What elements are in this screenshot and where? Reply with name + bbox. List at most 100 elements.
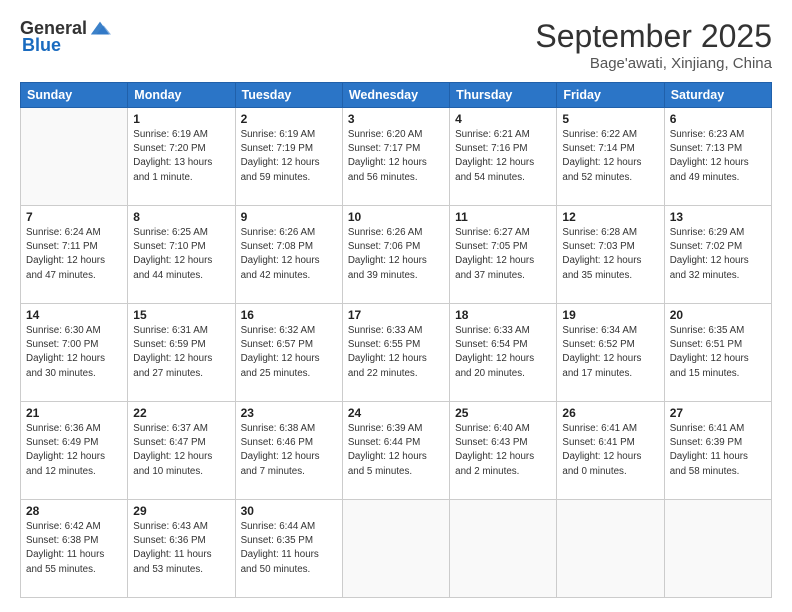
calendar-cell (342, 500, 449, 598)
day-number: 5 (562, 112, 658, 126)
cell-info: Sunrise: 6:22 AMSunset: 7:14 PMDaylight:… (562, 128, 658, 185)
calendar-cell: 5 Sunrise: 6:22 AMSunset: 7:14 PMDaylight… (557, 108, 664, 206)
day-number: 9 (241, 210, 337, 224)
calendar-cell (450, 500, 557, 598)
day-number: 11 (455, 210, 551, 224)
calendar-cell: 3 Sunrise: 6:20 AMSunset: 7:17 PMDaylight… (342, 108, 449, 206)
logo-icon (89, 18, 111, 40)
day-number: 2 (241, 112, 337, 126)
calendar-table: SundayMondayTuesdayWednesdayThursdayFrid… (20, 82, 772, 598)
cell-info: Sunrise: 6:39 AMSunset: 6:44 PMDaylight:… (348, 422, 444, 479)
cell-info: Sunrise: 6:29 AMSunset: 7:02 PMDaylight:… (670, 226, 766, 283)
day-number: 17 (348, 308, 444, 322)
calendar-title: September 2025 (535, 18, 772, 55)
day-number: 10 (348, 210, 444, 224)
calendar-location: Bage'awati, Xinjiang, China (535, 55, 772, 72)
cell-info: Sunrise: 6:20 AMSunset: 7:17 PMDaylight:… (348, 128, 444, 185)
cell-info: Sunrise: 6:26 AMSunset: 7:08 PMDaylight:… (241, 226, 337, 283)
cell-info: Sunrise: 6:28 AMSunset: 7:03 PMDaylight:… (562, 226, 658, 283)
day-number: 29 (133, 504, 229, 518)
day-number: 26 (562, 406, 658, 420)
cell-info: Sunrise: 6:23 AMSunset: 7:13 PMDaylight:… (670, 128, 766, 185)
title-block: September 2025 Bage'awati, Xinjiang, Chi… (535, 18, 772, 72)
cell-info: Sunrise: 6:33 AMSunset: 6:54 PMDaylight:… (455, 324, 551, 381)
calendar-cell: 28 Sunrise: 6:42 AMSunset: 6:38 PMDayligh… (21, 500, 128, 598)
cell-info: Sunrise: 6:32 AMSunset: 6:57 PMDaylight:… (241, 324, 337, 381)
cell-info: Sunrise: 6:25 AMSunset: 7:10 PMDaylight:… (133, 226, 229, 283)
calendar-cell: 8 Sunrise: 6:25 AMSunset: 7:10 PMDaylight… (128, 206, 235, 304)
day-number: 13 (670, 210, 766, 224)
calendar-cell: 22 Sunrise: 6:37 AMSunset: 6:47 PMDayligh… (128, 402, 235, 500)
cell-info: Sunrise: 6:24 AMSunset: 7:11 PMDaylight:… (26, 226, 122, 283)
calendar-cell: 26 Sunrise: 6:41 AMSunset: 6:41 PMDayligh… (557, 402, 664, 500)
calendar-cell (557, 500, 664, 598)
cell-info: Sunrise: 6:41 AMSunset: 6:41 PMDaylight:… (562, 422, 658, 479)
calendar-cell: 25 Sunrise: 6:40 AMSunset: 6:43 PMDayligh… (450, 402, 557, 500)
day-number: 30 (241, 504, 337, 518)
calendar-cell: 12Sunrise: 6:28 AMSunset: 7:03 PMDayligh… (557, 206, 664, 304)
day-number: 22 (133, 406, 229, 420)
cell-info: Sunrise: 6:36 AMSunset: 6:49 PMDaylight:… (26, 422, 122, 479)
weekday-header: Tuesday (235, 83, 342, 108)
cell-info: Sunrise: 6:21 AMSunset: 7:16 PMDaylight:… (455, 128, 551, 185)
day-number: 16 (241, 308, 337, 322)
cell-info: Sunrise: 6:35 AMSunset: 6:51 PMDaylight:… (670, 324, 766, 381)
day-number: 15 (133, 308, 229, 322)
logo: General Blue (20, 18, 111, 56)
cell-info: Sunrise: 6:43 AMSunset: 6:36 PMDaylight:… (133, 520, 229, 577)
cell-info: Sunrise: 6:19 AMSunset: 7:20 PMDaylight:… (133, 128, 229, 185)
calendar-cell: 13 Sunrise: 6:29 AMSunset: 7:02 PMDayligh… (664, 206, 771, 304)
calendar-cell: 10 Sunrise: 6:26 AMSunset: 7:06 PMDayligh… (342, 206, 449, 304)
weekday-header: Wednesday (342, 83, 449, 108)
day-number: 14 (26, 308, 122, 322)
weekday-header: Sunday (21, 83, 128, 108)
day-number: 21 (26, 406, 122, 420)
calendar-cell: 20 Sunrise: 6:35 AMSunset: 6:51 PMDayligh… (664, 304, 771, 402)
cell-info: Sunrise: 6:42 AMSunset: 6:38 PMDaylight:… (26, 520, 122, 577)
cell-info: Sunrise: 6:33 AMSunset: 6:55 PMDaylight:… (348, 324, 444, 381)
calendar-cell: 15 Sunrise: 6:31 AMSunset: 6:59 PMDayligh… (128, 304, 235, 402)
cell-info: Sunrise: 6:30 AMSunset: 7:00 PMDaylight:… (26, 324, 122, 381)
calendar-cell: 14 Sunrise: 6:30 AMSunset: 7:00 PMDayligh… (21, 304, 128, 402)
day-number: 28 (26, 504, 122, 518)
day-number: 18 (455, 308, 551, 322)
day-number: 3 (348, 112, 444, 126)
cell-info: Sunrise: 6:41 AMSunset: 6:39 PMDaylight:… (670, 422, 766, 479)
calendar-cell: 16 Sunrise: 6:32 AMSunset: 6:57 PMDayligh… (235, 304, 342, 402)
day-number: 6 (670, 112, 766, 126)
calendar-cell: 2Sunrise: 6:19 AMSunset: 7:19 PMDaylight… (235, 108, 342, 206)
weekday-header: Friday (557, 83, 664, 108)
calendar-cell: 30Sunrise: 6:44 AMSunset: 6:35 PMDayligh… (235, 500, 342, 598)
weekday-header: Monday (128, 83, 235, 108)
day-number: 24 (348, 406, 444, 420)
cell-info: Sunrise: 6:26 AMSunset: 7:06 PMDaylight:… (348, 226, 444, 283)
cell-info: Sunrise: 6:34 AMSunset: 6:52 PMDaylight:… (562, 324, 658, 381)
calendar-cell: 21 Sunrise: 6:36 AMSunset: 6:49 PMDayligh… (21, 402, 128, 500)
day-number: 25 (455, 406, 551, 420)
cell-info: Sunrise: 6:31 AMSunset: 6:59 PMDaylight:… (133, 324, 229, 381)
calendar-cell: 27 Sunrise: 6:41 AMSunset: 6:39 PMDayligh… (664, 402, 771, 500)
calendar-cell: 29 Sunrise: 6:43 AMSunset: 6:36 PMDayligh… (128, 500, 235, 598)
day-number: 4 (455, 112, 551, 126)
calendar-cell: 7Sunrise: 6:24 AMSunset: 7:11 PMDaylight… (21, 206, 128, 304)
day-number: 8 (133, 210, 229, 224)
cell-info: Sunrise: 6:37 AMSunset: 6:47 PMDaylight:… (133, 422, 229, 479)
calendar-cell: 1Sunrise: 6:19 AMSunset: 7:20 PMDaylight… (128, 108, 235, 206)
day-number: 27 (670, 406, 766, 420)
page-header: General Blue September 2025 Bage'awati, … (20, 18, 772, 72)
calendar-cell: 11Sunrise: 6:27 AMSunset: 7:05 PMDayligh… (450, 206, 557, 304)
calendar-cell: 17 Sunrise: 6:33 AMSunset: 6:55 PMDayligh… (342, 304, 449, 402)
weekday-header: Saturday (664, 83, 771, 108)
calendar-cell: 18 Sunrise: 6:33 AMSunset: 6:54 PMDayligh… (450, 304, 557, 402)
day-number: 23 (241, 406, 337, 420)
day-number: 20 (670, 308, 766, 322)
calendar-cell: 24 Sunrise: 6:39 AMSunset: 6:44 PMDayligh… (342, 402, 449, 500)
logo-blue: Blue (22, 36, 61, 56)
calendar-cell (664, 500, 771, 598)
calendar-cell: 19Sunrise: 6:34 AMSunset: 6:52 PMDayligh… (557, 304, 664, 402)
calendar-cell (21, 108, 128, 206)
calendar-cell: 4 Sunrise: 6:21 AMSunset: 7:16 PMDaylight… (450, 108, 557, 206)
cell-info: Sunrise: 6:38 AMSunset: 6:46 PMDaylight:… (241, 422, 337, 479)
calendar-cell: 23 Sunrise: 6:38 AMSunset: 6:46 PMDayligh… (235, 402, 342, 500)
cell-info: Sunrise: 6:40 AMSunset: 6:43 PMDaylight:… (455, 422, 551, 479)
